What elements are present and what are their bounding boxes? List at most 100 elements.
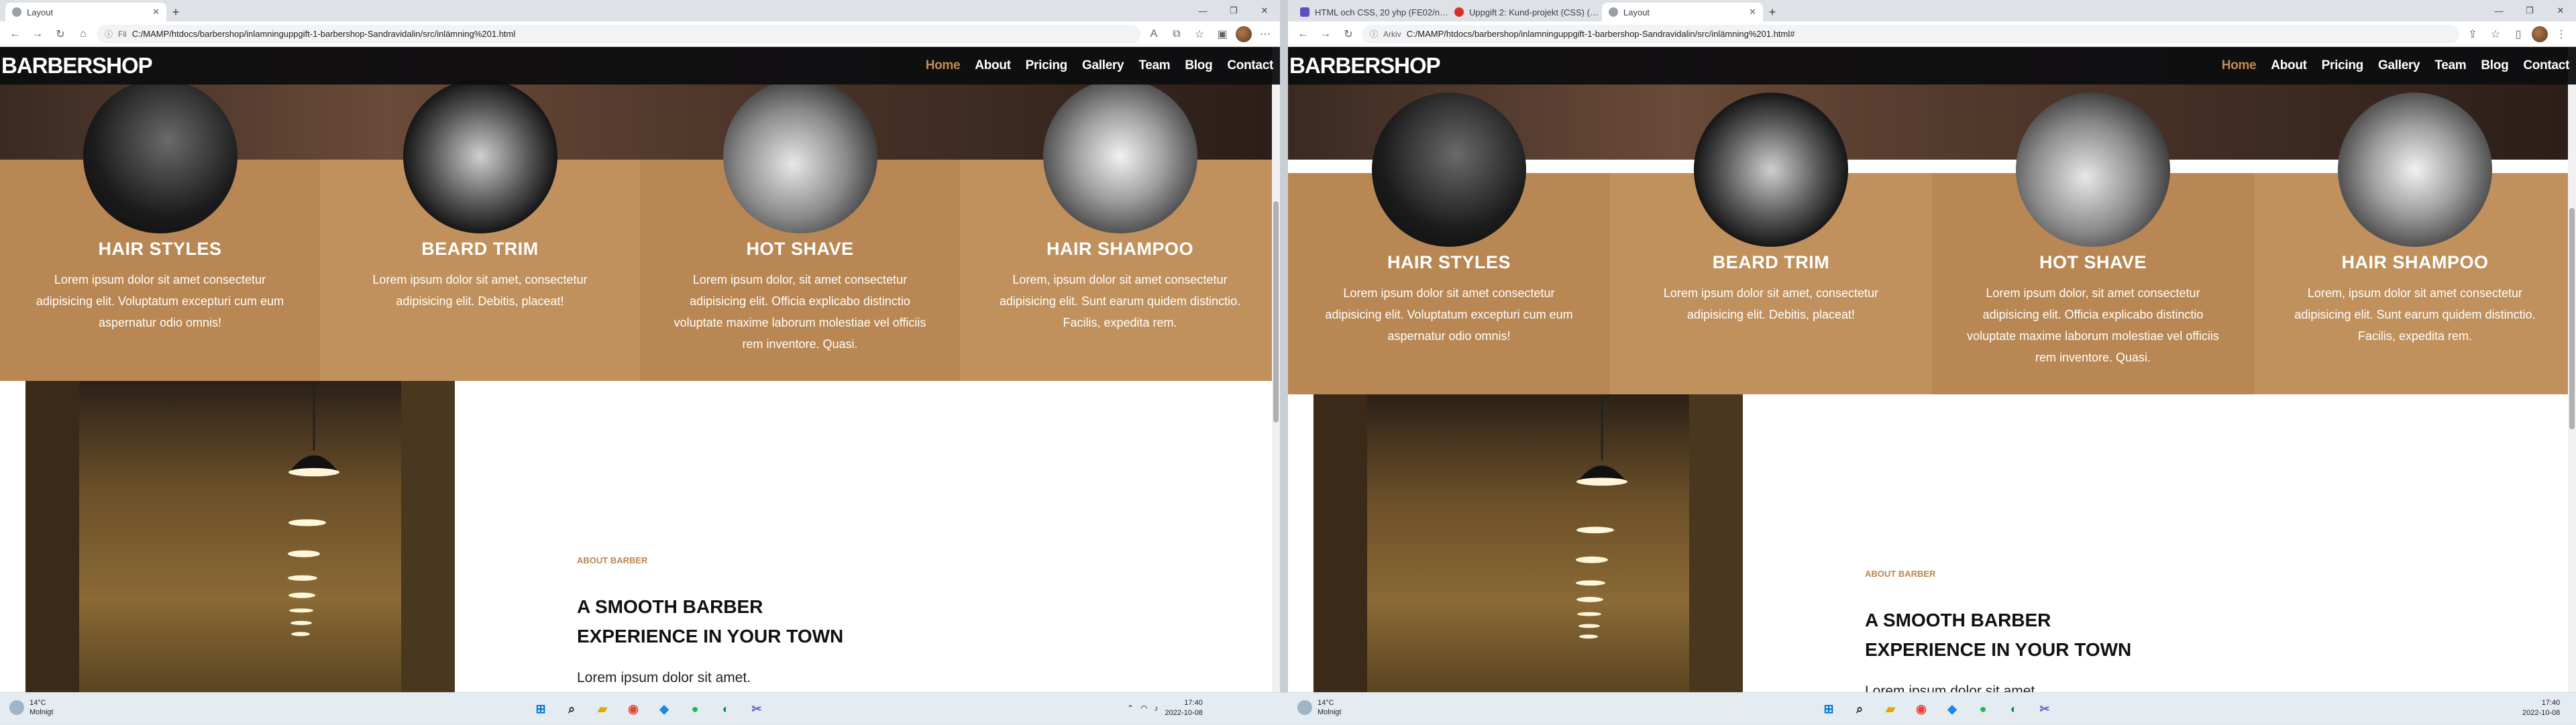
share-icon[interactable]: ⇪ — [2463, 25, 2482, 44]
nav-about[interactable]: About — [2271, 58, 2307, 73]
snipping-tool-icon[interactable]: ✂ — [2034, 698, 2055, 720]
profile-avatar[interactable] — [2532, 25, 2548, 42]
volume-icon[interactable]: ♪ — [1155, 704, 1159, 713]
minimize-button[interactable]: — — [2483, 6, 2514, 16]
nav-team[interactable]: Team — [2434, 58, 2466, 73]
service-title: HOT SHAVE — [2039, 252, 2147, 272]
site-logo[interactable]: BARBERSHOP — [1, 53, 153, 78]
edge-icon[interactable]: ◐ — [2003, 698, 2025, 720]
forward-icon[interactable]: → — [1316, 25, 1335, 44]
nav-contact[interactable]: Contact — [1227, 58, 1273, 73]
chevron-up-icon[interactable]: ⌃ — [1127, 704, 1134, 713]
page-scrollbar[interactable] — [1272, 47, 1280, 692]
clock[interactable]: 17:40 2022-10-08 — [2522, 698, 2560, 718]
service-title: HAIR SHAMPOO — [1046, 239, 1193, 259]
maximize-button[interactable]: ❐ — [1218, 5, 1249, 16]
weather-temp: 14°C — [30, 699, 46, 707]
about-text-block: ABOUT BARBER A SMOOTH BARBER EXPERIENCE I… — [1865, 569, 2334, 692]
nav-pricing[interactable]: Pricing — [1026, 58, 1068, 73]
info-icon: ⓘ — [105, 30, 113, 39]
vscode-icon[interactable]: ◆ — [1941, 698, 1963, 720]
weather-desc: Molnigt — [30, 708, 54, 716]
tab-layout[interactable]: Layout ✕ — [1602, 3, 1763, 21]
page-scrollbar[interactable] — [2568, 47, 2576, 692]
new-tab-button[interactable]: + — [1763, 3, 1782, 21]
nav-gallery[interactable]: Gallery — [1082, 58, 1124, 73]
home-icon[interactable]: ⌂ — [74, 25, 93, 44]
extensions-icon[interactable]: ⧉ — [1167, 25, 1186, 44]
more-menu-icon[interactable]: ⋯ — [1256, 25, 1275, 44]
nav-menu: Home About Pricing Gallery Team Blog Con… — [926, 58, 1280, 73]
start-icon[interactable]: ⊞ — [530, 698, 551, 720]
vscode-icon[interactable]: ◆ — [653, 698, 675, 720]
minimize-button[interactable]: — — [1187, 6, 1218, 16]
file-explorer-icon[interactable]: ▰ — [592, 698, 613, 720]
service-title: BEARD TRIM — [1712, 252, 1830, 272]
taskbar-right: 14°C Molnigt ⊞ ⌕ ▰ ◉ ◆ ● ◐ ✂ 17:40 2022-10… — [1288, 693, 2576, 725]
more-menu-icon[interactable]: ⋮ — [2552, 25, 2571, 44]
service-card-hair-styles: HAIR STYLES Lorem ipsum dolor sit amet c… — [0, 79, 320, 381]
nav-pricing[interactable]: Pricing — [2322, 58, 2364, 73]
weather-widget[interactable]: 14°C Molnigt — [9, 698, 53, 717]
tab-uppgift[interactable]: Uppgift 2: Kund-projekt (CSS) (… ✕ — [1448, 3, 1602, 21]
search-icon[interactable]: ⌕ — [1849, 698, 1870, 720]
collections-icon[interactable]: ▣ — [1213, 25, 1232, 44]
nav-blog[interactable]: Blog — [1185, 58, 1212, 73]
address-bar[interactable]: ⓘ Arkiv C:/MAMP/htdocs/barbershop/inlamn… — [1362, 24, 2459, 44]
tab-layout[interactable]: Layout ✕ — [5, 3, 166, 21]
barbershop-lamps-photo — [25, 381, 455, 692]
search-icon[interactable]: ⌕ — [561, 698, 582, 720]
browser-window-left: Layout ✕ + — ❐ ✕ ← → ↻ ⌂ ⓘ Fil C:/MAMP/h… — [0, 0, 1280, 692]
wifi-icon[interactable]: ◠ — [1140, 704, 1147, 713]
taskbar-left: 14°C Molnigt ⊞ ⌕ ▰ ◉ ◆ ● ◐ ✂ ⌃ ◠ ♪ 17:40 2… — [0, 693, 1280, 725]
clock-time: 17:40 — [2541, 699, 2561, 707]
about-heading-line1: A SMOOTH BARBER — [577, 596, 763, 617]
spotify-icon[interactable]: ● — [684, 698, 706, 720]
site-logo[interactable]: BARBERSHOP — [1289, 53, 1441, 78]
address-prefix: Fil — [118, 29, 127, 39]
nav-team[interactable]: Team — [1138, 58, 1170, 73]
back-icon[interactable]: ← — [5, 25, 24, 44]
service-text: Lorem ipsum dolor, sit amet consectetur … — [674, 273, 926, 351]
tab-html-css[interactable]: HTML och CSS, 20 yhp (FE02/n… ✕ — [1293, 3, 1448, 21]
maximize-button[interactable]: ❐ — [2514, 5, 2545, 16]
edge-icon[interactable]: ◐ — [715, 698, 737, 720]
spotify-icon[interactable]: ● — [1972, 698, 1994, 720]
nav-blog[interactable]: Blog — [2481, 58, 2508, 73]
reload-icon[interactable]: ↻ — [1339, 25, 1358, 44]
chrome-icon[interactable]: ◉ — [1911, 698, 1932, 720]
snipping-tool-icon[interactable]: ✂ — [746, 698, 767, 720]
new-tab-button[interactable]: + — [166, 3, 185, 21]
reload-icon[interactable]: ↻ — [51, 25, 70, 44]
nav-home[interactable]: Home — [926, 58, 961, 73]
clock[interactable]: 17:40 2022-10-08 — [1165, 698, 1203, 718]
scrollbar-thumb[interactable] — [1273, 201, 1279, 423]
chrome-icon[interactable]: ◉ — [623, 698, 644, 720]
nav-contact[interactable]: Contact — [2523, 58, 2569, 73]
nav-home[interactable]: Home — [2222, 58, 2257, 73]
side-panel-icon[interactable]: ▯ — [2509, 25, 2528, 44]
address-bar[interactable]: ⓘ Fil C:/MAMP/htdocs/barbershop/inlamnin… — [97, 24, 1140, 44]
close-tab-icon[interactable]: ✕ — [152, 7, 160, 17]
close-window-button[interactable]: ✕ — [2545, 5, 2576, 16]
scrollbar-thumb[interactable] — [2569, 208, 2575, 429]
barbershop-lamps-photo — [1313, 394, 1743, 692]
favorites-icon[interactable]: ☆ — [1190, 25, 1209, 44]
bookmark-star-icon[interactable]: ☆ — [2486, 25, 2505, 44]
back-icon[interactable]: ← — [1293, 25, 1312, 44]
weather-widget[interactable]: 14°C Molnigt — [1297, 698, 1341, 717]
nav-gallery[interactable]: Gallery — [2378, 58, 2420, 73]
close-window-button[interactable]: ✕ — [1249, 5, 1280, 16]
service-text: Lorem, ipsum dolor sit amet consectetur … — [2294, 286, 2536, 343]
start-icon[interactable]: ⊞ — [1818, 698, 1839, 720]
file-explorer-icon[interactable]: ▰ — [1880, 698, 1901, 720]
service-text: Lorem ipsum dolor sit amet consectetur a… — [1325, 286, 1573, 343]
profile-avatar[interactable] — [1236, 25, 1252, 42]
close-tab-icon[interactable]: ✕ — [1749, 7, 1756, 17]
nav-about[interactable]: About — [975, 58, 1011, 73]
service-title: HAIR STYLES — [1387, 252, 1511, 272]
service-title: BEARD TRIM — [421, 239, 539, 259]
read-aloud-icon[interactable]: A — [1144, 25, 1163, 44]
forward-icon[interactable]: → — [28, 25, 47, 44]
window-divider — [1280, 0, 1288, 692]
